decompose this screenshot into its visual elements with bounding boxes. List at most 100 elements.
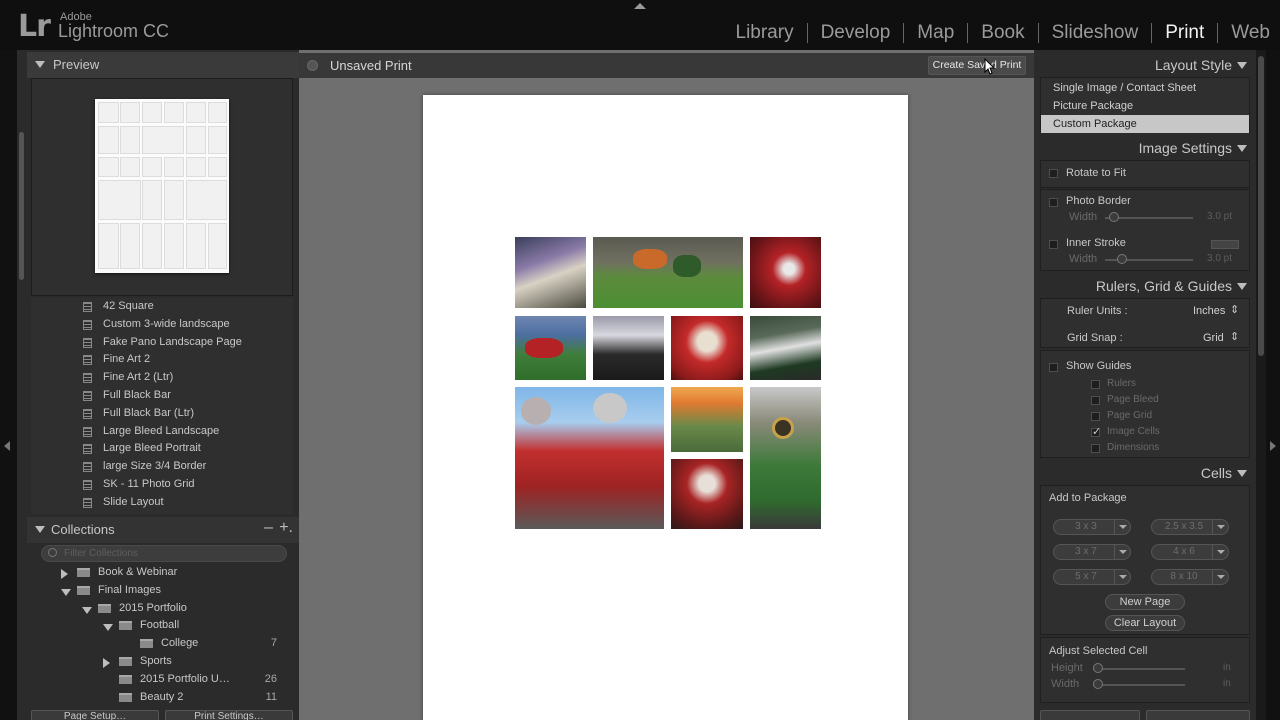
photo-cell-5[interactable] bbox=[593, 316, 664, 380]
module-develop[interactable]: Develop bbox=[821, 22, 891, 44]
right-panel-scrollbar[interactable] bbox=[1256, 50, 1266, 720]
guide-checkbox[interactable] bbox=[1091, 412, 1100, 421]
layout-style-header[interactable]: Layout Style bbox=[1034, 52, 1256, 78]
template-item[interactable]: large Size 3/4 Border bbox=[31, 459, 293, 476]
collection-item[interactable]: Final Images bbox=[31, 583, 293, 600]
clear-layout-button[interactable]: Clear Layout bbox=[1105, 615, 1185, 631]
cell-size-button[interactable]: 3 x 3 bbox=[1053, 519, 1131, 535]
template-item[interactable]: SK - 11 Photo Grid bbox=[31, 477, 293, 494]
collection-item[interactable]: Football bbox=[31, 618, 293, 635]
ruler-units-select[interactable]: Inches bbox=[1193, 305, 1225, 317]
photo-cell-2[interactable] bbox=[593, 237, 743, 308]
disclosure-right-icon[interactable] bbox=[103, 658, 110, 668]
template-item[interactable]: Large Bleed Landscape bbox=[31, 424, 293, 441]
stroke-color-swatch[interactable] bbox=[1211, 240, 1239, 249]
right-panel-scroll-thumb[interactable] bbox=[1258, 56, 1264, 356]
layout-style-option[interactable]: Picture Package bbox=[1041, 97, 1249, 115]
photo-cell-11[interactable] bbox=[750, 387, 821, 529]
photo-cell-10[interactable] bbox=[671, 459, 743, 529]
border-width-value[interactable]: 3.0 pt bbox=[1207, 211, 1232, 222]
image-settings-header[interactable]: Image Settings bbox=[1034, 135, 1256, 161]
disclosure-down-icon[interactable] bbox=[61, 588, 71, 596]
module-web[interactable]: Web bbox=[1231, 22, 1270, 44]
photo-cell-4[interactable] bbox=[515, 316, 586, 380]
chevron-down-icon[interactable] bbox=[1212, 570, 1228, 584]
guide-checkbox[interactable] bbox=[1091, 396, 1100, 405]
collection-item[interactable]: College 7 bbox=[31, 636, 293, 653]
guide-checkbox[interactable] bbox=[1091, 444, 1100, 453]
new-page-button[interactable]: New Page bbox=[1105, 594, 1185, 610]
show-guides-checkbox[interactable] bbox=[1049, 363, 1058, 372]
module-book[interactable]: Book bbox=[981, 22, 1024, 44]
collection-item[interactable]: Beauty 2 11 bbox=[31, 690, 293, 705]
chevron-down-icon[interactable] bbox=[1114, 520, 1130, 534]
template-item[interactable]: Slide Layout bbox=[31, 495, 293, 512]
layout-style-option[interactable]: Single Image / Contact Sheet bbox=[1041, 79, 1249, 97]
template-item[interactable]: 42 Square bbox=[31, 299, 293, 316]
collection-item[interactable]: 2015 Portfolio U… 26 bbox=[31, 672, 293, 689]
cell-size-button[interactable]: 8 x 10 bbox=[1151, 569, 1229, 585]
module-slideshow[interactable]: Slideshow bbox=[1052, 22, 1139, 44]
chevron-down-icon[interactable] bbox=[1114, 570, 1130, 584]
rotate-to-fit-checkbox[interactable] bbox=[1049, 169, 1058, 178]
remove-collection-button[interactable]: – bbox=[264, 519, 273, 537]
module-library[interactable]: Library bbox=[736, 22, 794, 44]
left-panel-edge[interactable] bbox=[0, 50, 17, 720]
photo-cell-1[interactable] bbox=[515, 237, 586, 308]
stroke-width-value[interactable]: 3.0 pt bbox=[1207, 253, 1232, 264]
template-item[interactable]: Fake Pano Landscape Page bbox=[31, 335, 293, 352]
cell-height-slider[interactable] bbox=[1093, 668, 1185, 670]
print-button[interactable] bbox=[1040, 710, 1140, 720]
cell-height-slider-thumb[interactable] bbox=[1093, 663, 1103, 673]
disclosure-down-icon[interactable] bbox=[103, 624, 113, 632]
module-print[interactable]: Print bbox=[1165, 22, 1204, 44]
print-to-file-button[interactable] bbox=[1146, 710, 1250, 720]
cell-width-slider[interactable] bbox=[1093, 684, 1185, 686]
disclosure-right-icon[interactable] bbox=[61, 569, 68, 579]
left-panel-scrollbar[interactable] bbox=[19, 132, 24, 280]
inner-stroke-checkbox[interactable] bbox=[1049, 240, 1058, 249]
disclosure-down-icon[interactable] bbox=[82, 606, 92, 614]
print-settings-button[interactable]: Print Settings… bbox=[165, 710, 293, 720]
collapse-top-panel-icon[interactable] bbox=[634, 3, 646, 9]
template-item[interactable]: Custom 3-wide landscape bbox=[31, 317, 293, 334]
template-item[interactable]: Full Black Bar (Ltr) bbox=[31, 406, 293, 423]
cell-size-button[interactable]: 3 x 7 bbox=[1053, 544, 1131, 560]
collections-panel-header[interactable]: Collections – +. bbox=[27, 517, 299, 543]
template-item[interactable]: Fine Art 2 bbox=[31, 352, 293, 369]
layout-style-option[interactable]: Custom Package bbox=[1041, 115, 1249, 133]
photo-cell-7[interactable] bbox=[750, 316, 821, 380]
guide-checkbox[interactable] bbox=[1091, 380, 1100, 389]
chevron-down-icon[interactable] bbox=[1212, 545, 1228, 559]
photo-cell-3[interactable] bbox=[750, 237, 821, 308]
grid-snap-select[interactable]: Grid bbox=[1203, 332, 1224, 344]
chevron-down-icon[interactable] bbox=[1114, 545, 1130, 559]
cell-size-button[interactable]: 5 x 7 bbox=[1053, 569, 1131, 585]
module-map[interactable]: Map bbox=[917, 22, 954, 44]
guide-checkbox[interactable] bbox=[1091, 425, 1101, 438]
photo-border-checkbox[interactable] bbox=[1049, 198, 1058, 207]
rulers-grid-guides-header[interactable]: Rulers, Grid & Guides bbox=[1034, 273, 1256, 299]
photo-cell-8[interactable] bbox=[515, 387, 664, 529]
cell-size-button[interactable]: 2.5 x 3.5 bbox=[1151, 519, 1229, 535]
create-saved-print-button[interactable]: Create Saved Print bbox=[928, 56, 1026, 75]
right-panel-edge[interactable] bbox=[1266, 50, 1280, 720]
filter-collections-input[interactable]: Filter Collections bbox=[41, 545, 287, 562]
stroke-width-slider-thumb[interactable] bbox=[1117, 254, 1127, 264]
photo-cell-9[interactable] bbox=[671, 387, 743, 452]
cell-size-button[interactable]: 4 x 6 bbox=[1151, 544, 1229, 560]
collection-item[interactable]: Book & Webinar bbox=[31, 565, 293, 582]
template-item[interactable]: Full Black Bar bbox=[31, 388, 293, 405]
template-item[interactable]: Large Bleed Portrait bbox=[31, 441, 293, 458]
cells-header[interactable]: Cells bbox=[1034, 460, 1256, 486]
toggle-left-panel-icon[interactable] bbox=[4, 441, 10, 451]
chevron-down-icon[interactable] bbox=[1212, 520, 1228, 534]
ruler-units-chevron-icon[interactable]: ⇕ bbox=[1230, 303, 1239, 316]
collection-item[interactable]: 2015 Portfolio bbox=[31, 601, 293, 618]
add-collection-button[interactable]: +. bbox=[279, 519, 293, 537]
preview-panel-header[interactable]: Preview bbox=[27, 52, 299, 78]
page-setup-button[interactable]: Page Setup… bbox=[31, 710, 159, 720]
grid-snap-chevron-icon[interactable]: ⇕ bbox=[1230, 330, 1239, 343]
border-width-slider-thumb[interactable] bbox=[1109, 212, 1119, 222]
template-item[interactable]: Fine Art 2 (Ltr) bbox=[31, 370, 293, 387]
